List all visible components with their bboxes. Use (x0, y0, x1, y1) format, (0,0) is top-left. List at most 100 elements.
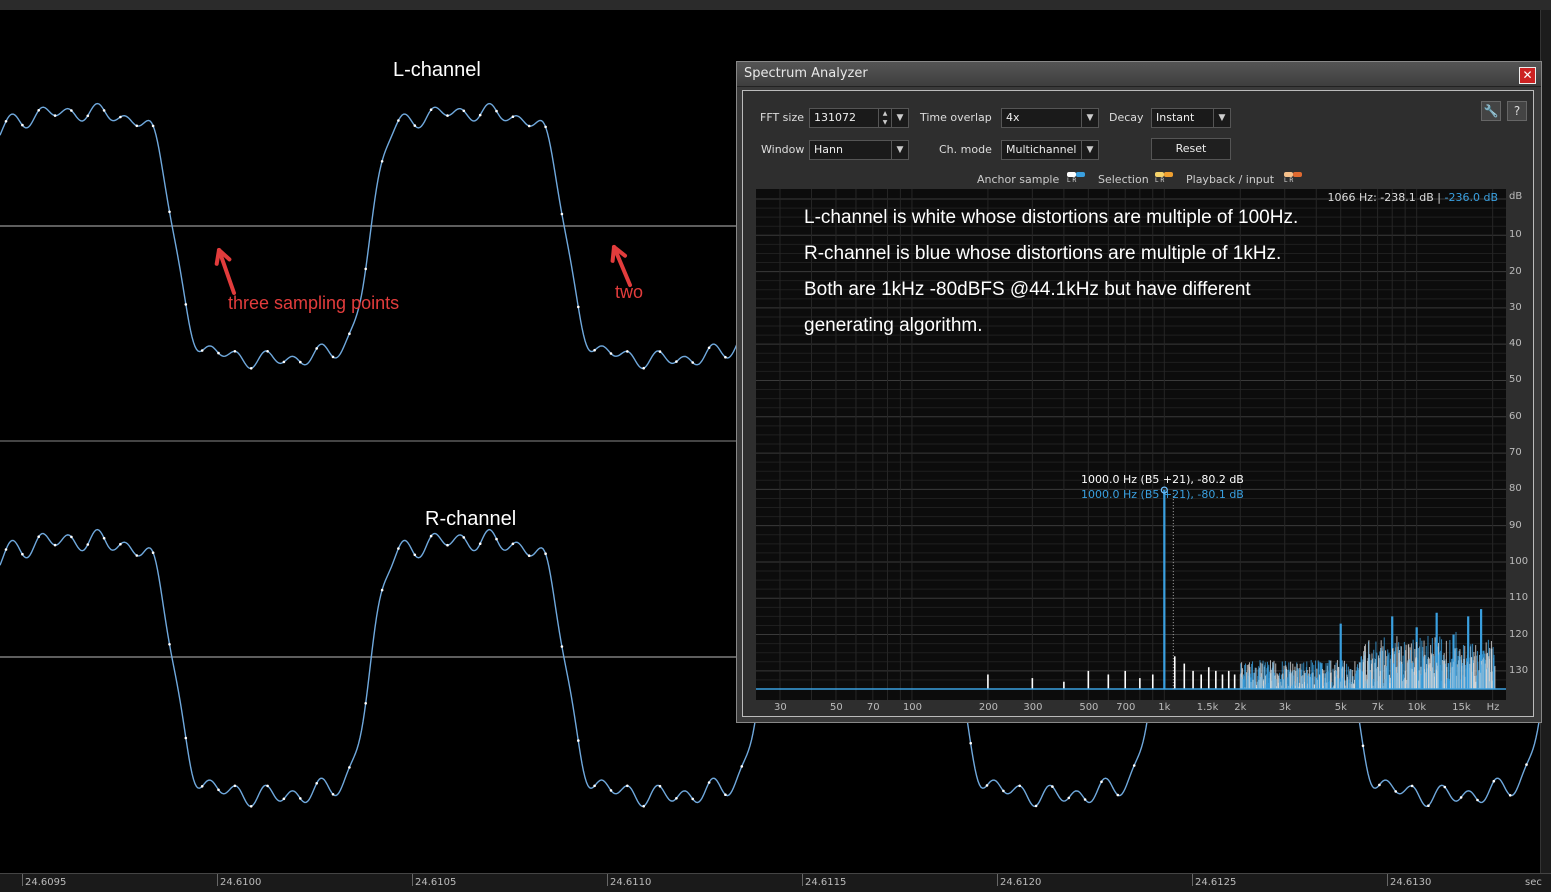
window-select[interactable]: Hann ▼ (809, 140, 909, 160)
sample-point (37, 535, 40, 538)
reset-button[interactable]: Reset (1151, 138, 1231, 160)
sample-point (511, 115, 515, 118)
sample-point (1378, 783, 1381, 787)
ch-mode-select[interactable]: Multichannel ▼ (1001, 140, 1099, 160)
time-tick-mark (1387, 874, 1388, 886)
sample-point (217, 351, 220, 355)
sample-point (446, 543, 449, 547)
sample-point (642, 804, 645, 808)
overlay-line-3: Both are 1kHz -80dBFS @44.1kHz but have … (804, 279, 1251, 300)
sample-point (151, 551, 155, 554)
sample-point (609, 352, 613, 355)
sample-point (53, 114, 57, 117)
sample-point (511, 542, 515, 546)
annotation-arrow-two (610, 245, 632, 287)
sample-point (724, 793, 727, 796)
sample-point (658, 350, 662, 353)
sample-point (413, 553, 417, 557)
sample-point (691, 797, 694, 801)
sample-point (1002, 789, 1005, 793)
sample-point (233, 350, 237, 353)
sample-point (1443, 785, 1447, 789)
sample-point (348, 332, 351, 336)
sample-point (609, 789, 613, 792)
sample-point (429, 534, 433, 538)
sample-point (478, 113, 482, 117)
sample-point (299, 797, 302, 800)
sample-point (560, 212, 564, 216)
selection-swatch[interactable]: L R (1155, 172, 1173, 184)
sample-point (1116, 793, 1120, 797)
freq-tick-label: 500 (1079, 702, 1099, 713)
sample-point (151, 124, 155, 128)
freq-tick-label: 50 (829, 702, 843, 713)
sample-point (1410, 784, 1414, 788)
help-button[interactable]: ? (1507, 101, 1527, 121)
sample-point (1132, 764, 1136, 767)
sample-point (1427, 804, 1430, 807)
window-titlebar[interactable]: Spectrum Analyzer ✕ (737, 62, 1541, 87)
time-tick-mark (607, 874, 608, 886)
sample-point (282, 360, 286, 364)
sample-point (119, 115, 122, 119)
fft-size-field[interactable]: 131072 ▲ ▼ ▼ (809, 108, 909, 128)
sample-point (70, 535, 73, 539)
sample-point (1508, 794, 1512, 797)
annotation-three-points: three sampling points (228, 293, 400, 313)
sample-point (1394, 790, 1397, 793)
fft-size-spinner[interactable]: ▲ ▼ (878, 109, 891, 127)
sample-point (315, 782, 319, 785)
time-tick-label: 24.6105 (415, 877, 457, 888)
annotation-arrow-three (214, 248, 236, 295)
anchor-sample-swatch[interactable]: L R (1067, 172, 1085, 184)
sample-point (1525, 763, 1528, 766)
spectrum-canvas[interactable] (756, 189, 1506, 700)
sample-point (397, 547, 400, 550)
sample-point (527, 124, 531, 128)
sample-point (217, 788, 220, 792)
sample-point (331, 355, 335, 359)
window-title: Spectrum Analyzer (744, 66, 868, 81)
sample-point (642, 366, 645, 370)
decay-select[interactable]: Instant ▼ (1151, 108, 1231, 128)
db-axis: dB 10 20 30 40 50 60 70 80 90 100 110 120 130 (1505, 189, 1531, 700)
playback-swatch[interactable]: L R (1284, 172, 1302, 184)
db-tick-label: 60 (1509, 410, 1522, 422)
sample-point (102, 109, 106, 112)
time-overlap-select[interactable]: 4x ▼ (1001, 108, 1099, 128)
sample-point (429, 108, 433, 111)
sample-point (1476, 798, 1479, 802)
spectrum-analyzer-window[interactable]: Spectrum Analyzer ✕ FFT size 131072 ▲ ▼ ▼… (736, 61, 1542, 723)
db-tick-label: 70 (1509, 447, 1522, 459)
selection-label: Selection (1098, 173, 1149, 186)
time-tick-label: 24.6110 (610, 877, 652, 888)
time-unit-label: sec (1525, 877, 1542, 888)
freq-tick-label: Hz (1486, 702, 1500, 713)
spectrum-plot[interactable]: 1066 Hz: -238.1 dB | -236.0 dB L-channel… (756, 189, 1506, 700)
settings-button[interactable]: 🔧 (1481, 101, 1501, 121)
r-channel-label: R-channel (425, 508, 517, 530)
time-tick-label: 24.6125 (1195, 877, 1237, 888)
time-tick-mark (802, 874, 803, 886)
time-tick-label: 24.6100 (220, 877, 262, 888)
freq-tick-label: 300 (1023, 702, 1043, 713)
sample-point (658, 784, 662, 788)
sample-point (53, 543, 57, 547)
freq-tick-label: 5k (1334, 702, 1347, 713)
sample-point (266, 784, 269, 788)
cursor-readout: 1066 Hz: -238.1 dB | -236.0 dB (1328, 191, 1498, 204)
db-tick-label: 100 (1509, 555, 1529, 567)
close-button[interactable]: ✕ (1519, 67, 1536, 84)
time-ruler[interactable]: 24.6095 24.6100 24.6105 24.6110 24.6115 24.61… (0, 873, 1551, 892)
sample-point (478, 542, 482, 545)
sample-point (740, 765, 744, 768)
sample-point (397, 119, 400, 122)
chevron-down-icon: ▼ (1081, 109, 1098, 127)
sample-point (1034, 804, 1038, 808)
time-tick-label: 24.6095 (25, 877, 67, 888)
sample-point (560, 645, 564, 648)
peak-label-r: 1000.0 Hz (B5 +21), -80.1 dB (1081, 488, 1244, 501)
fft-size-value: 131072 (814, 111, 856, 124)
chevron-down-icon: ▼ (1213, 109, 1230, 127)
time-tick-mark (22, 874, 23, 886)
